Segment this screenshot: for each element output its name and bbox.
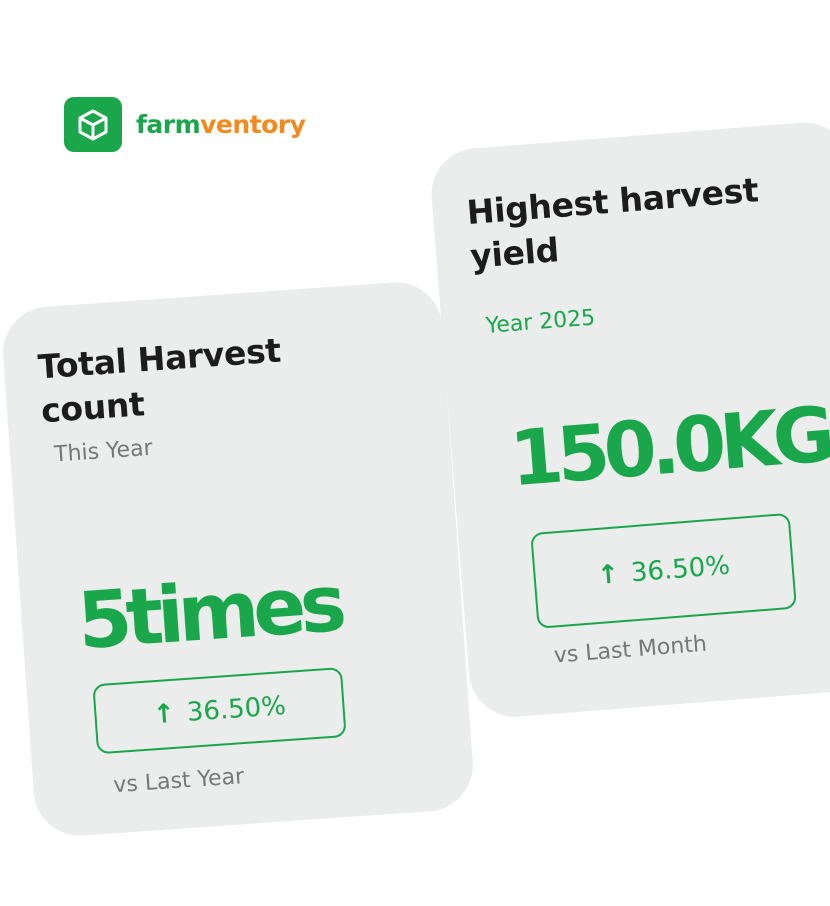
card-title: Highest harvest yield bbox=[465, 170, 760, 276]
change-badge: ↑ 36.50% bbox=[92, 667, 347, 755]
comparison-caption: vs Last Year bbox=[112, 764, 245, 799]
harvest-count-value: 5times bbox=[74, 559, 344, 668]
arrow-up-icon: ↑ bbox=[596, 559, 621, 591]
change-percent: 36.50% bbox=[629, 550, 732, 589]
highest-yield-card: Highest harvest yield Year 2025 150.0KG … bbox=[428, 119, 830, 721]
brand-name: farmventory bbox=[136, 110, 306, 139]
card-subtitle: Year 2025 bbox=[484, 305, 597, 339]
change-percent: 36.50% bbox=[185, 691, 287, 728]
card-title: Total Harvest count bbox=[36, 330, 283, 431]
cube-icon bbox=[64, 97, 122, 152]
brand-name-ventory: ventory bbox=[200, 110, 306, 139]
card-subtitle: This Year bbox=[53, 435, 154, 468]
change-badge: ↑ 36.50% bbox=[530, 512, 797, 629]
brand-logo: farmventory bbox=[64, 97, 306, 152]
arrow-up-icon: ↑ bbox=[152, 698, 176, 731]
total-harvest-card: Total Harvest count This Year 5times ↑ 3… bbox=[0, 279, 476, 839]
highest-yield-value: 150.0KG bbox=[506, 389, 830, 504]
brand-name-farm: farm bbox=[136, 110, 201, 139]
comparison-caption: vs Last Month bbox=[552, 631, 708, 669]
cube-icon-glyph bbox=[78, 109, 108, 140]
